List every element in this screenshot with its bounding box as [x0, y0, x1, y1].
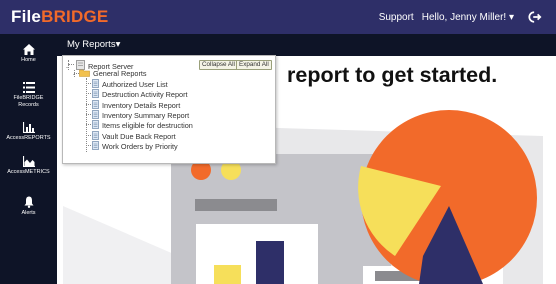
- tree-report-item[interactable]: Inventory Details Report: [92, 99, 181, 110]
- sidebar-item-accessmetrics[interactable]: AccessMETRICS: [0, 156, 57, 176]
- sidebar-item-label: Alerts: [21, 210, 36, 216]
- tree-connector: [86, 113, 91, 115]
- tree-report-item[interactable]: Items eligible for destruction: [92, 120, 193, 130]
- logo-text-bridge: BRIDGE: [41, 7, 109, 26]
- sidebar-item-accessreports[interactable]: AccessREPORTS: [0, 122, 57, 142]
- sidebar-item-filebridge-records[interactable]: FileBRIDGE Records: [0, 82, 57, 108]
- sidebar-item-alerts[interactable]: Alerts: [0, 196, 57, 217]
- collapse-all-button[interactable]: Collapse All: [199, 60, 238, 70]
- report-document-icon: [92, 120, 99, 130]
- report-document-icon: [92, 130, 99, 140]
- tree-report-label: Items eligible for destruction: [102, 121, 193, 131]
- tree-report-label: Authorized User List: [102, 80, 168, 89]
- sign-out-icon[interactable]: [528, 10, 542, 24]
- bar-chart-icon: [22, 122, 35, 133]
- tree-connector: [86, 83, 91, 84]
- tree-report-item[interactable]: Destruction Activity Report: [92, 89, 188, 99]
- tree-report-label: Inventory Details Report: [102, 100, 181, 110]
- report-document-icon: [92, 140, 99, 150]
- get-started-prompt: report to get started.: [287, 63, 498, 87]
- sidebar: Home FileBRIDGE Records AccessREPORTS Ac…: [0, 34, 57, 284]
- filebridge-logo[interactable]: FileBRIDGE: [11, 7, 108, 27]
- tree-connector: [86, 93, 91, 95]
- tree-report-item[interactable]: Inventory Summary Report: [92, 110, 189, 120]
- expand-all-button[interactable]: Expand All: [236, 60, 272, 70]
- report-document-icon: [92, 89, 99, 99]
- report-tree-popup: Collapse All Expand All - Report Server …: [62, 55, 276, 164]
- area-chart-icon: [22, 156, 35, 167]
- tree-connector: [86, 124, 91, 126]
- tree-connector: [86, 134, 91, 136]
- tree-toggle-icon[interactable]: -: [73, 72, 75, 78]
- user-menu[interactable]: Hello, Jenny Miller! ▾: [422, 12, 514, 23]
- tree-connector: [86, 144, 91, 146]
- sidebar-item-label: FileBRIDGE Records: [13, 95, 44, 108]
- home-icon: [22, 44, 35, 55]
- tree-connector: [86, 78, 87, 152]
- report-document-icon: [92, 79, 99, 88]
- reports-toolbar: My Reports▾: [57, 34, 556, 56]
- tree-report-item[interactable]: Work Orders by Priority: [92, 140, 178, 151]
- top-bar: FileBRIDGE Support Hello, Jenny Miller! …: [0, 0, 556, 34]
- sidebar-item-label: AccessREPORTS: [6, 135, 51, 141]
- sidebar-item-label: Home: [21, 57, 36, 63]
- sidebar-item-label: AccessMETRICS: [7, 169, 50, 175]
- tree-report-item[interactable]: Authorized User List: [92, 79, 168, 89]
- tree-report-label: Destruction Activity Report: [102, 90, 188, 100]
- my-reports-menu[interactable]: My Reports▾: [67, 39, 120, 50]
- support-link[interactable]: Support: [379, 12, 414, 23]
- folder-icon: [79, 69, 90, 77]
- tree-report-label: Work Orders by Priority: [102, 141, 178, 151]
- tree-folder-label: General Reports: [93, 69, 147, 78]
- tree-toggle-icon[interactable]: -: [66, 65, 68, 71]
- tree-report-item[interactable]: Vault Due Back Report: [92, 130, 176, 141]
- tree-report-label: Vault Due Back Report: [102, 131, 176, 141]
- tree-connector: [86, 103, 91, 105]
- tree-report-label: Inventory Summary Report: [102, 110, 190, 120]
- list-icon: [22, 82, 35, 93]
- report-document-icon: [92, 110, 99, 119]
- bell-icon: [24, 196, 33, 208]
- sidebar-item-home[interactable]: Home: [0, 44, 57, 64]
- report-document-icon: [92, 99, 99, 109]
- logo-text-file: File: [11, 7, 42, 26]
- top-nav: Support Hello, Jenny Miller! ▾: [379, 0, 556, 34]
